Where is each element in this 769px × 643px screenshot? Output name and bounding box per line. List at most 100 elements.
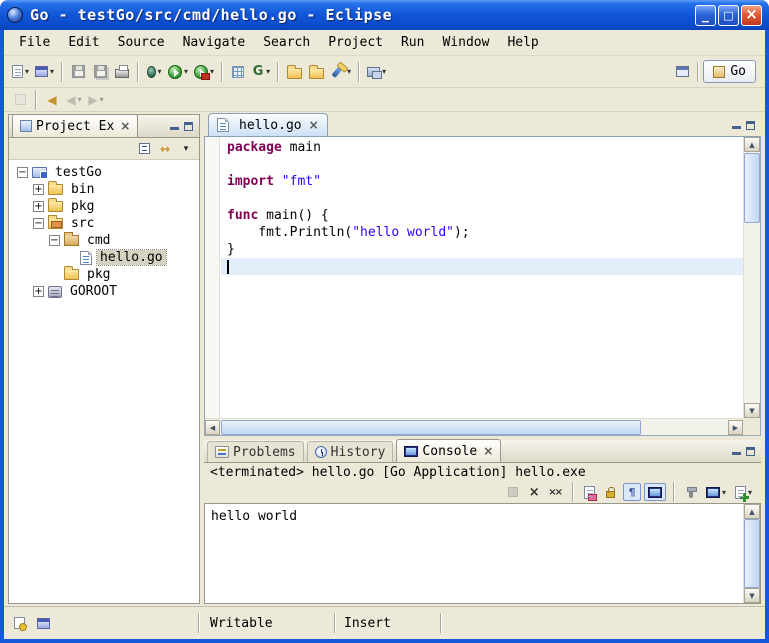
scroll-lock-button[interactable] — [602, 483, 620, 501]
tree-expander-icon[interactable]: − — [49, 235, 60, 246]
scrollbar-corner — [743, 418, 760, 435]
terminate-button[interactable] — [504, 483, 522, 501]
editor-horizontal-scrollbar[interactable]: ◀ ▶ — [205, 418, 743, 435]
menu-help[interactable]: Help — [498, 32, 547, 53]
scroll-down-icon[interactable]: ▼ — [744, 588, 760, 603]
menu-navigate[interactable]: Navigate — [174, 32, 255, 53]
tree-item-pkg[interactable]: +pkg — [9, 198, 199, 215]
menu-run[interactable]: Run — [392, 32, 433, 53]
open-perspective-button[interactable] — [671, 60, 693, 84]
menu-source[interactable]: Source — [109, 32, 174, 53]
tree-expander-icon[interactable]: − — [17, 167, 28, 178]
tree-expander-icon[interactable]: − — [33, 218, 44, 229]
last-edit-location-button[interactable]: ◀ — [41, 88, 63, 112]
close-icon[interactable]: × — [120, 119, 130, 133]
title-bar[interactable]: Go - testGo/src/cmd/hello.go - Eclipse ▁… — [0, 0, 769, 30]
search-dropdown-button[interactable]: ▾ — [327, 60, 354, 84]
console-output[interactable]: hello world ▲ ▼ — [204, 503, 761, 604]
pin-console-button[interactable] — [682, 483, 700, 501]
code-area[interactable]: package mainimport "fmt"func main() { fm… — [221, 139, 743, 275]
maximize-view-icon[interactable] — [746, 447, 755, 456]
print-button[interactable] — [111, 60, 133, 84]
scrollbar-thumb[interactable] — [744, 519, 760, 588]
tab-project-explorer[interactable]: Project Ex × — [12, 114, 138, 137]
tree-item-bin[interactable]: +bin — [9, 181, 199, 198]
scroll-up-icon[interactable]: ▲ — [744, 504, 760, 519]
team-sync-dropdown-button[interactable]: ▾ — [364, 60, 389, 84]
new-dropdown-button[interactable]: ▾ — [9, 60, 32, 84]
go-perspective-button[interactable]: Go — [703, 60, 756, 83]
forward-dropdown-button[interactable]: ▶▾ — [85, 88, 107, 112]
new-go-element-dropdown-button[interactable]: G▾ — [249, 60, 273, 84]
maximize-button[interactable]: □ — [718, 5, 739, 26]
back-dropdown-button[interactable]: ◀▾ — [63, 88, 85, 112]
tree-item-testgo[interactable]: −testGo — [9, 164, 199, 181]
tab-hello-go[interactable]: hello.go × — [208, 113, 328, 136]
dropdown-icon: ▾ — [210, 67, 214, 76]
display-console-dropdown-button[interactable]: ▾ — [703, 483, 729, 501]
open-project-button[interactable] — [305, 60, 327, 84]
tree-item-pkg[interactable]: pkg — [9, 266, 199, 283]
tab-history[interactable]: History — [307, 441, 394, 462]
editor-vertical-scrollbar[interactable]: ▲ ▼ — [743, 137, 760, 418]
console-scrollbar[interactable]: ▲ ▼ — [743, 504, 760, 603]
statusbar-window-button[interactable] — [34, 614, 53, 632]
close-button[interactable]: × — [741, 5, 762, 26]
tree-item-src[interactable]: −src — [9, 215, 199, 232]
menu-search[interactable]: Search — [254, 32, 319, 53]
clear-console-button[interactable] — [581, 483, 599, 501]
open-console-dropdown-button[interactable]: ▾ — [732, 483, 755, 501]
console-view: ProblemsHistoryConsole× <terminated> hel… — [204, 440, 761, 604]
menu-window[interactable]: Window — [433, 32, 498, 53]
close-icon[interactable]: × — [483, 444, 493, 458]
scroll-right-icon[interactable]: ▶ — [728, 420, 743, 435]
code-editor[interactable]: package mainimport "fmt"func main() { fm… — [204, 137, 761, 436]
tree-item-hello-go[interactable]: hello.go — [9, 249, 199, 266]
scrollbar-thumb[interactable] — [744, 153, 760, 223]
maximize-view-icon[interactable] — [184, 122, 193, 131]
maximize-view-icon[interactable] — [746, 121, 755, 130]
mark-occurrences-button[interactable] — [9, 88, 31, 112]
word-wrap-button[interactable]: ¶ — [623, 483, 641, 501]
go-build-button[interactable] — [227, 60, 249, 84]
tab-label: Console — [422, 444, 477, 459]
collapse-all-button[interactable] — [135, 140, 153, 158]
open-resource-button[interactable] — [283, 60, 305, 84]
tree-item-cmd[interactable]: −cmd — [9, 232, 199, 249]
minimize-view-icon[interactable] — [732, 447, 741, 456]
menu-file[interactable]: File — [10, 32, 59, 53]
external-tools-dropdown-button[interactable]: ▾ — [191, 60, 217, 84]
toolbar-separator — [697, 62, 699, 82]
run-dropdown-button[interactable]: ▾ — [165, 60, 191, 84]
scrollbar-thumb[interactable] — [221, 420, 641, 435]
scroll-up-icon[interactable]: ▲ — [744, 137, 760, 152]
tab-problems[interactable]: Problems — [207, 441, 304, 462]
project-icon — [32, 167, 47, 178]
tree-expander-icon[interactable]: + — [33, 184, 44, 195]
tree-expander-icon[interactable]: + — [33, 201, 44, 212]
open-perspective-icon — [676, 66, 689, 77]
project-tree[interactable]: −testGo+bin+pkg−src−cmdhello.gopkg+GOROO… — [9, 160, 199, 603]
close-icon[interactable]: × — [309, 118, 319, 132]
minimize-view-icon[interactable] — [732, 121, 741, 130]
save-button[interactable] — [67, 60, 89, 84]
scroll-down-icon[interactable]: ▼ — [744, 403, 760, 418]
remove-launch-button[interactable]: × — [525, 483, 543, 501]
menu-project[interactable]: Project — [319, 32, 392, 53]
toolbar-separator — [61, 62, 63, 82]
menu-edit[interactable]: Edit — [59, 32, 108, 53]
show-console-output-button[interactable] — [644, 483, 666, 501]
minimize-button[interactable]: ▁ — [695, 5, 716, 26]
tab-console[interactable]: Console × — [396, 439, 501, 462]
link-editor-button[interactable]: ↔ — [156, 140, 174, 158]
save-all-button[interactable] — [89, 60, 111, 84]
tree-item-goroot[interactable]: +GOROOT — [9, 283, 199, 300]
new-wizard-dropdown-button[interactable]: ▾ — [32, 60, 57, 84]
remove-all-launches-button[interactable]: ×× — [546, 483, 565, 501]
minimize-view-icon[interactable] — [170, 122, 179, 131]
view-menu-button[interactable]: ▾ — [177, 140, 195, 158]
debug-dropdown-button[interactable]: ▾ — [143, 60, 165, 84]
scroll-left-icon[interactable]: ◀ — [205, 420, 220, 435]
statusbar-shortcut-button[interactable] — [10, 614, 28, 632]
tree-expander-icon[interactable]: + — [33, 286, 44, 297]
